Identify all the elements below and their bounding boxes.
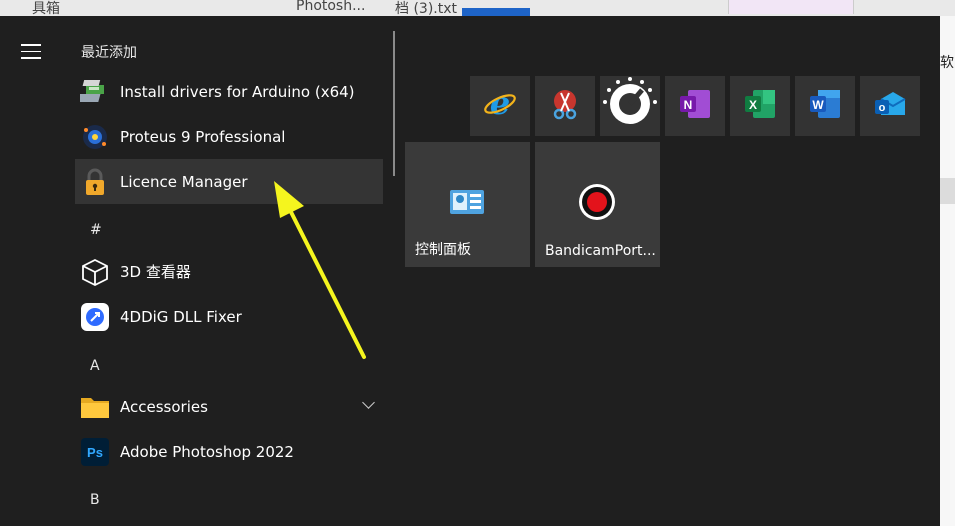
app-item-proteus[interactable]: Proteus 9 Professional (75, 114, 383, 159)
gauge-icon (602, 76, 658, 136)
app-item-photoshop[interactable]: Ps Adobe Photoshop 2022 (75, 429, 383, 474)
3d-viewer-icon (80, 257, 110, 287)
word-icon: W (808, 87, 842, 125)
excel-icon: X (743, 87, 777, 125)
tile-label-control-panel: 控制面板 (415, 242, 471, 258)
snipping-tool-icon (548, 87, 582, 125)
group-letter-b[interactable]: B (90, 492, 100, 508)
tile-word[interactable]: W (795, 76, 855, 136)
folder-icon (80, 392, 110, 422)
bg-gray-block (940, 178, 955, 204)
tile-outlook[interactable]: o (860, 76, 920, 136)
app-label-3d-viewer: 3D 查看器 (120, 263, 191, 281)
svg-text:N: N (684, 98, 693, 112)
app-label-licence-manager: Licence Manager (120, 172, 248, 191)
onenote-icon: N (678, 87, 712, 125)
proteus-icon (80, 122, 110, 152)
app-label-accessories: Accessories (120, 397, 208, 416)
app-label-proteus: Proteus 9 Professional (120, 127, 286, 146)
svg-text:X: X (749, 98, 757, 112)
bg-window-fragment (728, 0, 854, 14)
svg-text:Ps: Ps (87, 445, 103, 460)
outlook-icon: o (873, 87, 907, 125)
padlock-icon (80, 167, 110, 197)
bg-text-photoshop: Photosh... (296, 0, 366, 14)
app-label-4ddig: 4DDiG DLL Fixer (120, 307, 242, 326)
group-letter-a[interactable]: A (90, 358, 100, 374)
chevron-down-icon[interactable] (362, 396, 375, 409)
internet-explorer-icon: e (483, 84, 517, 125)
bg-blue-bar (462, 8, 530, 16)
record-icon (577, 182, 617, 222)
4ddig-icon (80, 302, 110, 332)
app-item-accessories[interactable]: Accessories (75, 384, 383, 429)
recent-header: 最近添加 (81, 45, 137, 61)
app-label-photoshop: Adobe Photoshop 2022 (120, 442, 294, 461)
photoshop-icon: Ps (80, 437, 110, 467)
start-menu: 最近添加 Install drivers for Arduino (x64) P… (0, 16, 940, 526)
tile-control-panel[interactable]: 控制面板 (405, 142, 530, 267)
tile-snipping-tool[interactable] (535, 76, 595, 136)
bg-text-right: 软 (940, 55, 954, 71)
app-item-3d-viewer[interactable]: 3D 查看器 (75, 249, 383, 294)
tile-internet-explorer[interactable]: e (470, 76, 530, 136)
svg-text:o: o (879, 102, 886, 114)
arduino-driver-icon (80, 77, 110, 107)
hamburger-menu-icon[interactable] (21, 44, 41, 64)
tile-gauge-app[interactable] (600, 76, 660, 136)
control-panel-icon (447, 182, 487, 222)
tile-label-bandicam: BandicamPort... (545, 243, 656, 259)
app-item-licence-manager[interactable]: Licence Manager (75, 159, 383, 204)
bg-right-strip (940, 16, 955, 526)
app-item-4ddig[interactable]: 4DDiG DLL Fixer (75, 294, 383, 339)
tile-bandicam[interactable]: BandicamPort... (535, 142, 660, 267)
svg-text:e: e (490, 87, 510, 121)
scrollbar[interactable] (393, 31, 395, 176)
app-label-arduino-drivers: Install drivers for Arduino (x64) (120, 82, 355, 101)
tile-onenote[interactable]: N (665, 76, 725, 136)
tile-excel[interactable]: X (730, 76, 790, 136)
group-letter-hash[interactable]: # (90, 222, 102, 238)
app-item-arduino-drivers[interactable]: Install drivers for Arduino (x64) (75, 69, 383, 114)
svg-text:W: W (812, 98, 824, 112)
